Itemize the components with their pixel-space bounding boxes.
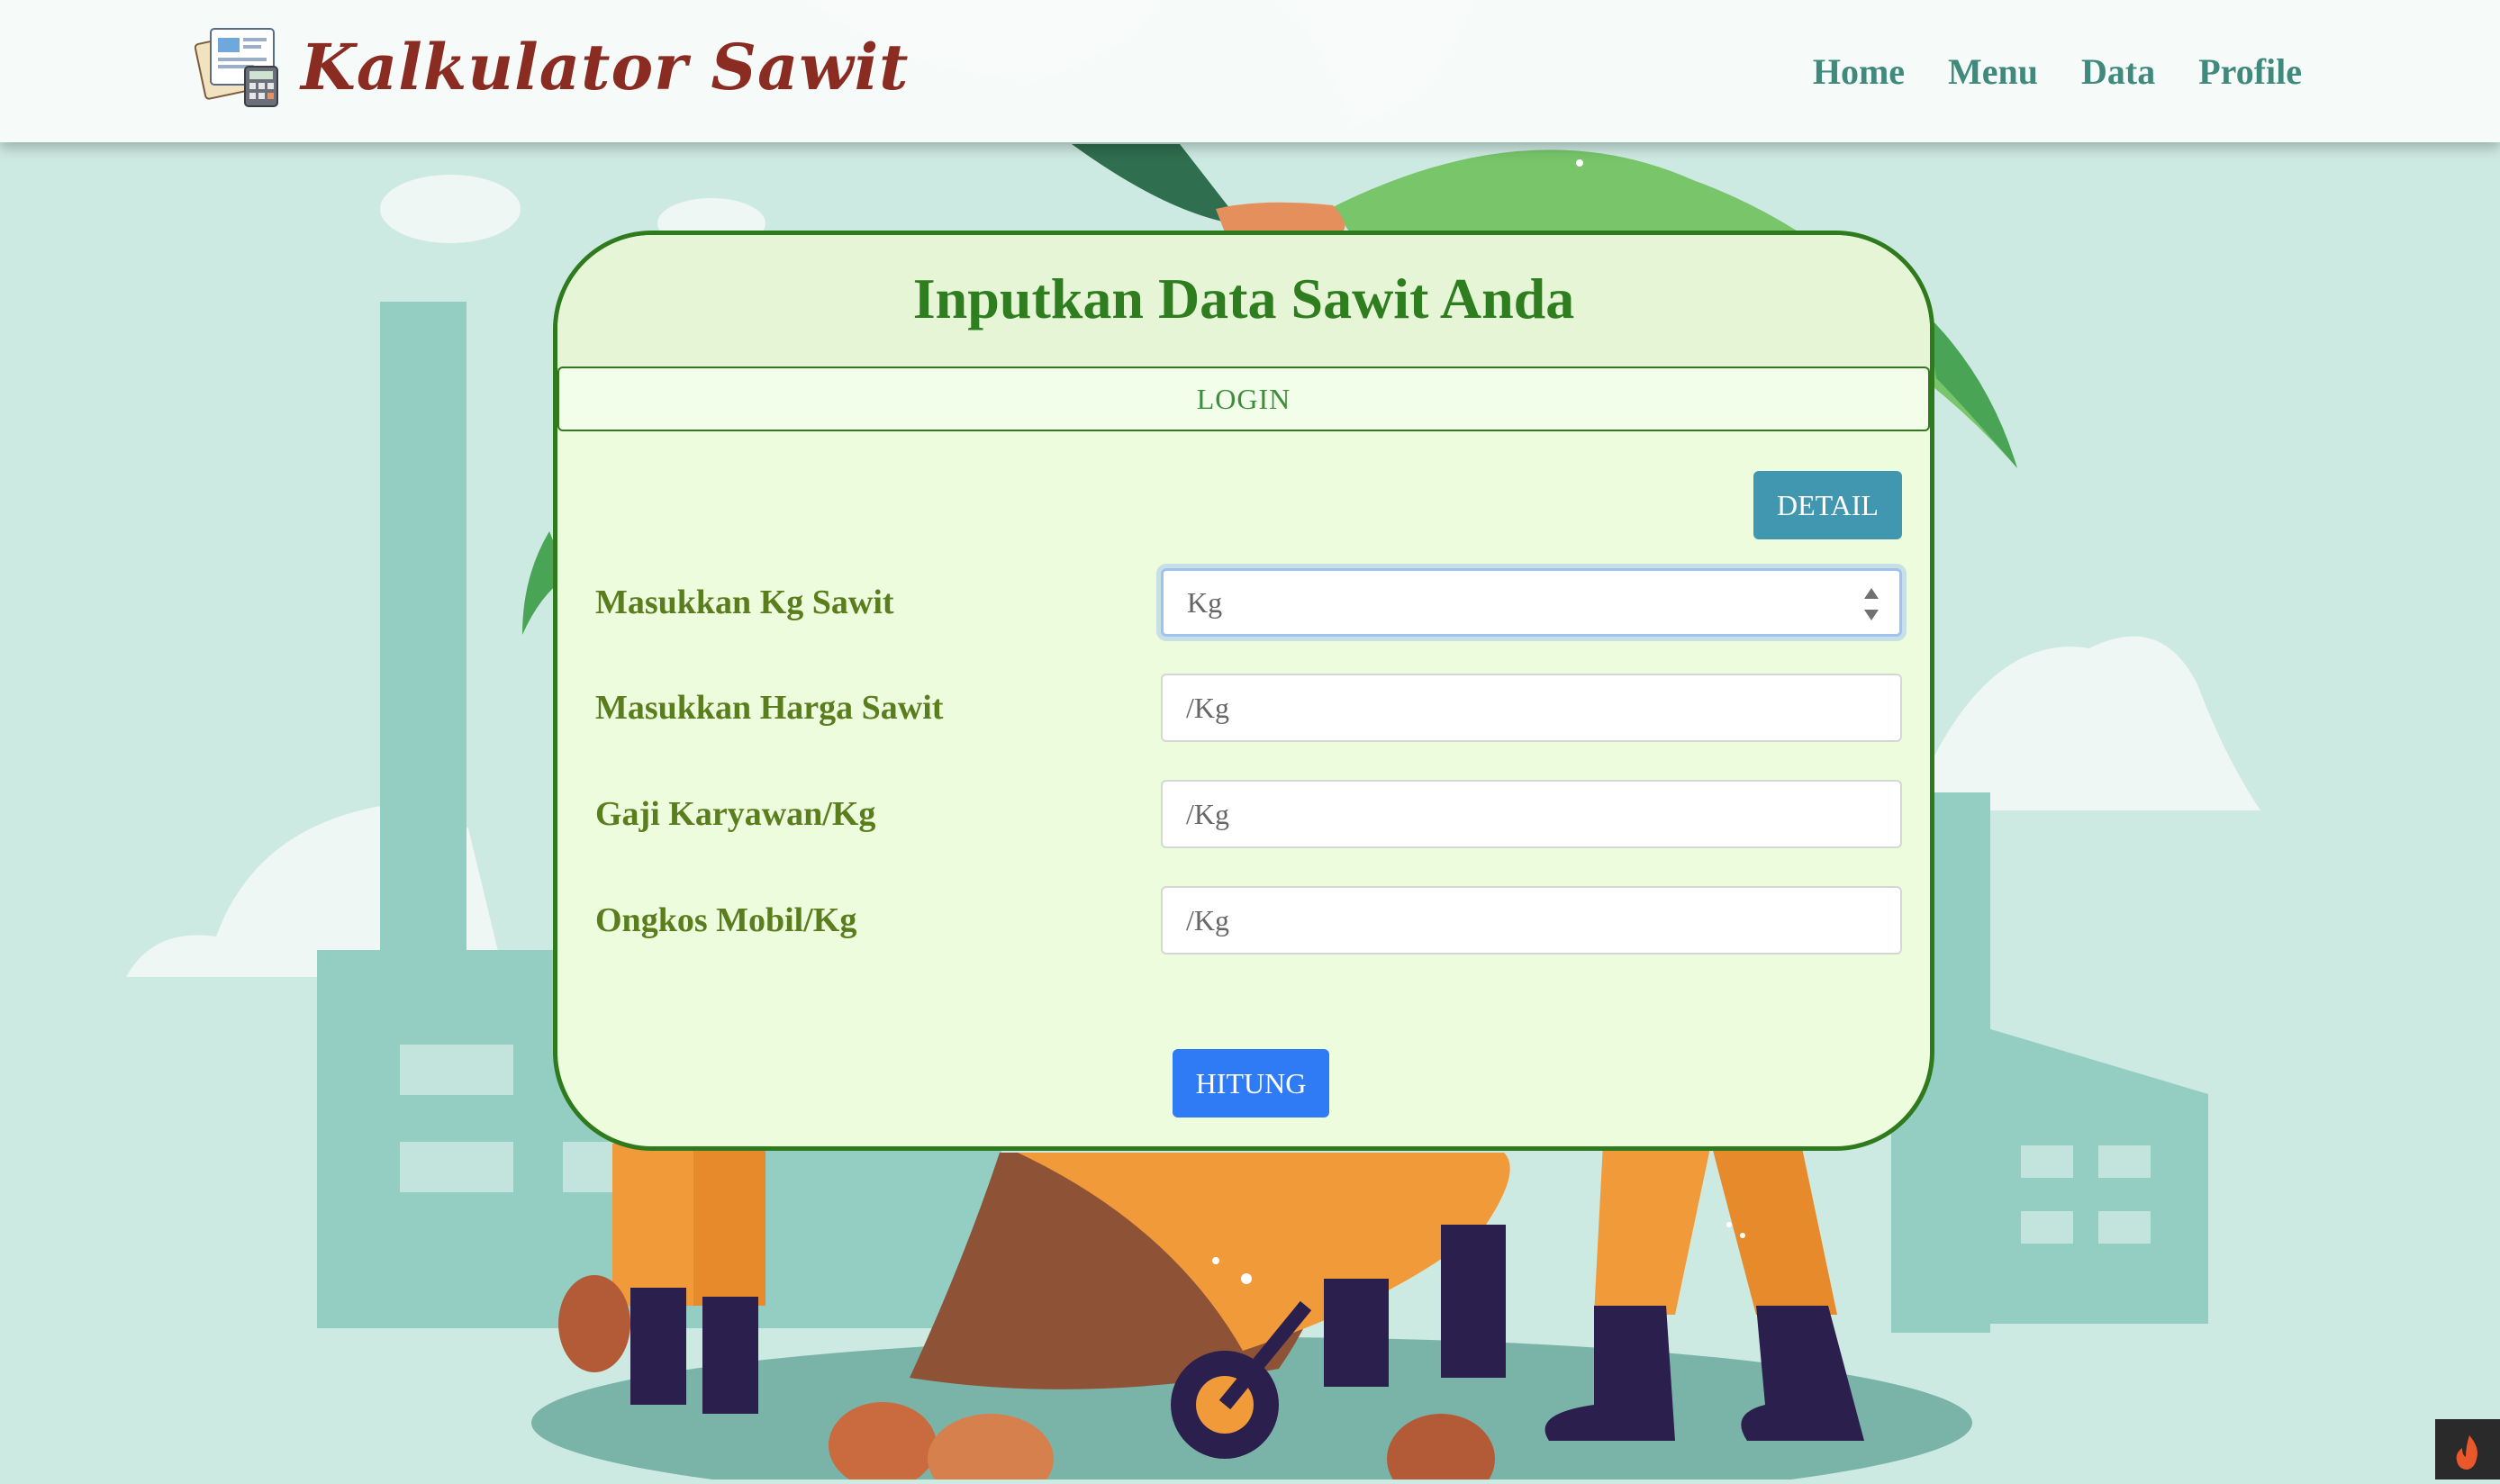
input-card: Inputkan Data Sawit Anda LOGIN DETAIL Ma… — [553, 231, 1934, 1151]
nav-links: Home Menu Data Profile — [1813, 50, 2302, 93]
hitung-button[interactable]: HITUNG — [1173, 1049, 1329, 1118]
brand[interactable]: Kalkulator Sawit — [195, 22, 910, 112]
label-ongkos-mobil: Ongkos Mobil/Kg — [595, 901, 857, 939]
kg-sawit-input[interactable] — [1161, 568, 1902, 637]
form-row-gaji: Gaji Karyawan/Kg — [557, 780, 1930, 852]
card-title: Inputkan Data Sawit Anda — [912, 267, 1575, 330]
label-gaji-karyawan: Gaji Karyawan/Kg — [595, 795, 876, 833]
ongkos-mobil-input[interactable] — [1161, 886, 1902, 955]
gaji-karyawan-input[interactable] — [1161, 780, 1902, 848]
nav-profile[interactable]: Profile — [2198, 50, 2302, 93]
detail-button[interactable]: DETAIL — [1753, 471, 1902, 539]
label-harga-sawit: Masukkan Harga Sawit — [595, 689, 944, 727]
form-row-harga: Masukkan Harga Sawit — [557, 674, 1930, 746]
label-kg-sawit: Masukkan Kg Sawit — [595, 584, 894, 621]
top-navbar: Kalkulator Sawit Home Menu Data Profile — [0, 0, 2500, 142]
login-link[interactable]: LOGIN — [557, 366, 1930, 431]
card-header: Inputkan Data Sawit Anda — [557, 235, 1930, 370]
brand-name: Kalkulator Sawit — [301, 29, 910, 104]
flame-icon — [2456, 1435, 2477, 1470]
form-row-kg: Masukkan Kg Sawit — [557, 568, 1930, 640]
harga-sawit-input[interactable] — [1161, 674, 1902, 742]
nav-menu[interactable]: Menu — [1948, 50, 2038, 93]
nav-home[interactable]: Home — [1813, 50, 1905, 93]
calculator-report-icon — [195, 28, 278, 107]
nav-data[interactable]: Data — [2081, 50, 2155, 93]
form-row-ongkos: Ongkos Mobil/Kg — [557, 886, 1930, 958]
number-spinner-icon[interactable] — [1858, 584, 1885, 624]
corner-badge[interactable] — [2435, 1419, 2500, 1479]
